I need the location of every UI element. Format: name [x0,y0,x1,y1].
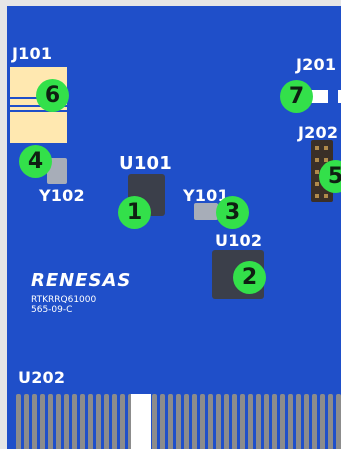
marker-1[interactable]: 1 [118,196,151,229]
connector-finger [192,394,197,449]
pin [324,194,328,198]
pin [315,182,319,186]
connector-finger [328,394,333,449]
connector-finger [40,394,45,449]
renesas-logo: RENESAS [31,270,132,291]
connector-finger [120,394,125,449]
pin [315,146,319,150]
connector-finger [216,394,221,449]
board-revision: 565-09-C [31,305,73,315]
connector-finger [272,394,277,449]
connector-finger [176,394,181,449]
connector-finger [88,394,93,449]
edge-connector-u202[interactable] [16,394,341,449]
connector-finger [48,394,53,449]
connector-finger [304,394,309,449]
connector-finger [232,394,237,449]
connector-finger [336,394,341,449]
connector-finger [160,394,165,449]
marker-7[interactable]: 7 [280,80,313,113]
connector-finger [72,394,77,449]
connector-finger [296,394,301,449]
connector-finger [248,394,253,449]
edge-connector-key [131,394,151,449]
connector-finger [264,394,269,449]
crystal-y101[interactable] [194,203,218,220]
connector-finger [112,394,117,449]
connector-finger [80,394,85,449]
connector-finger [288,394,293,449]
connector-finger [24,394,29,449]
label-j201: J201 [296,55,337,74]
label-u202: U202 [18,368,66,387]
label-u101: U101 [119,153,172,174]
connector-finger [64,394,69,449]
label-y102: Y102 [39,186,85,205]
connector-finger [280,394,285,449]
label-j101: J101 [12,44,53,63]
pin [315,194,319,198]
connector-finger [208,394,213,449]
connector-finger [168,394,173,449]
marker-2[interactable]: 2 [233,261,266,294]
pin [315,158,319,162]
connector-finger [224,394,229,449]
connector-finger [200,394,205,449]
label-u102: U102 [215,231,263,250]
board-part-number: RTKRRQ61000 [31,295,97,305]
connector-finger [240,394,245,449]
marker-4[interactable]: 4 [19,145,52,178]
connector-finger [32,394,37,449]
connector-finger [16,394,21,449]
connector-finger [184,394,189,449]
marker-3[interactable]: 3 [216,196,249,229]
connector-finger [56,394,61,449]
connector-finger [96,394,101,449]
connector-finger [256,394,261,449]
connector-finger [152,394,157,449]
connector-finger [320,394,325,449]
connector-finger [312,394,317,449]
connector-finger [104,394,109,449]
pcb-board: J101 6 4 Y102 U101 1 Y101 3 U102 2 J201 … [7,6,341,449]
pin [324,146,328,150]
marker-6[interactable]: 6 [36,79,69,112]
